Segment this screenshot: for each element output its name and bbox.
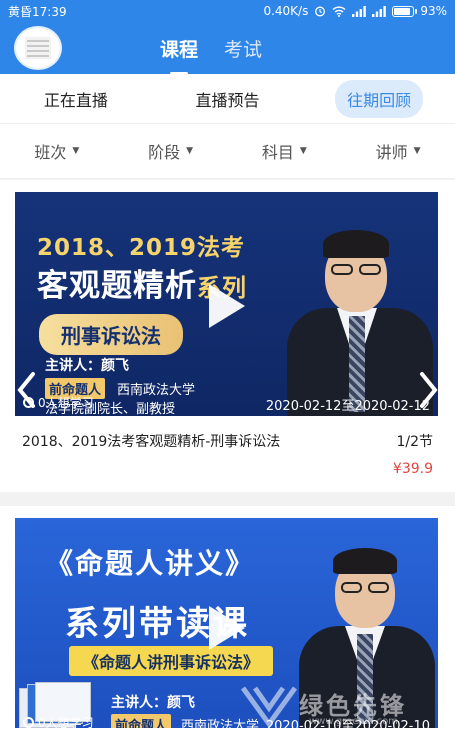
card-separator (0, 492, 455, 506)
caret-down-icon: ▼ (72, 146, 80, 156)
battery-icon (392, 5, 418, 17)
wifi-icon (332, 6, 346, 17)
caret-down-icon: ▼ (413, 146, 421, 156)
course-title[interactable]: 2018、2019法考客观题精析-刑事诉讼法 (22, 431, 280, 451)
filter-stage[interactable]: 阶段 ▼ (148, 139, 193, 163)
avatar[interactable] (14, 26, 62, 70)
alarm-icon (315, 6, 326, 17)
filter-class-label: 班次 (34, 143, 67, 162)
status-time: 黄昏17:39 (8, 4, 67, 19)
course-price: ¥39.9 (392, 461, 433, 477)
status-bar: 黄昏17:39 0.40K/s 93% (0, 0, 455, 22)
learners-text: 0人想学习 (38, 396, 94, 410)
network-speed: 0.40K/s (263, 4, 309, 18)
watermark: 绿色先锋 www.greenxf.com (239, 680, 449, 730)
avatar-image (25, 37, 51, 59)
banner-lecturer: 主讲人：颜飞 (111, 695, 195, 711)
lesson-count: 1/2节 (396, 434, 433, 450)
filter-lecturer-label: 讲师 (375, 143, 408, 162)
banner-headline: 《命题人讲义》 (45, 547, 256, 580)
caret-down-icon: ▼ (299, 146, 307, 156)
banner-affiliation: 西南政法大学 (117, 383, 196, 398)
subtab-past-replays[interactable]: 往期回顾 (335, 79, 424, 118)
learners-count: 0人想学习 (23, 714, 94, 728)
play-icon[interactable] (209, 284, 245, 328)
chevron-right-icon[interactable] (413, 368, 443, 412)
signal-icon (352, 5, 367, 17)
watermark-logo-icon (240, 686, 298, 729)
main-tabs: 课程 考试 (160, 22, 262, 75)
play-icon[interactable] (209, 606, 245, 650)
learners-text: 0人想学习 (38, 716, 94, 728)
date-range: 2020-02-12至2020-02-12 (265, 399, 430, 414)
course-card[interactable]: 《命题人讲义》 系列带读课 《命题人讲刑事诉讼法》 主讲人：颜飞 前命题人 西南… (0, 506, 455, 734)
status-indicators: 0.40K/s 93% (263, 4, 447, 18)
chevron-left-icon[interactable] (12, 368, 42, 412)
banner-lecturer: 主讲人：颜飞 (45, 358, 129, 374)
watermark-url: www.greenxf.com (309, 716, 398, 727)
battery-fill (394, 7, 411, 15)
signal-icon-2 (372, 5, 387, 17)
filter-subject-label: 科目 (261, 143, 294, 162)
app-header: 课程 考试 (0, 22, 455, 75)
filter-subject[interactable]: 科目 ▼ (262, 139, 307, 163)
subtab-live-preview[interactable]: 直播预告 (183, 80, 271, 118)
course-card[interactable]: 2018、2019法考 客观题精析系列 刑事诉讼法 主讲人：颜飞 前命题人 西南… (0, 180, 455, 492)
battery-level: 93% (420, 4, 447, 18)
banner-title-main: 客观题精析 (37, 268, 197, 304)
filter-lecturer[interactable]: 讲师 ▼ (376, 139, 421, 163)
filter-stage-label: 阶段 (148, 143, 181, 162)
tab-courses[interactable]: 课程 (160, 35, 198, 75)
filter-bar: 班次 ▼ 阶段 ▼ 科目 ▼ 讲师 ▼ (0, 124, 455, 178)
play-circle-icon (23, 717, 34, 728)
tab-exams[interactable]: 考试 (224, 35, 262, 62)
sub-tabs: 正在直播 直播预告 往期回顾 (0, 74, 455, 124)
banner-subject: 刑事诉讼法 (39, 314, 183, 355)
subtab-live-now[interactable]: 正在直播 (32, 80, 120, 118)
course-banner[interactable]: 2018、2019法考 客观题精析系列 刑事诉讼法 主讲人：颜飞 前命题人 西南… (15, 192, 438, 416)
banner-subject: 《命题人讲刑事诉讼法》 (69, 646, 274, 676)
filter-class[interactable]: 班次 ▼ (34, 139, 79, 163)
banner-headline: 2018、2019法考 (37, 235, 246, 261)
banner-role-tag: 前命题人 (111, 714, 172, 728)
caret-down-icon: ▼ (186, 146, 194, 156)
